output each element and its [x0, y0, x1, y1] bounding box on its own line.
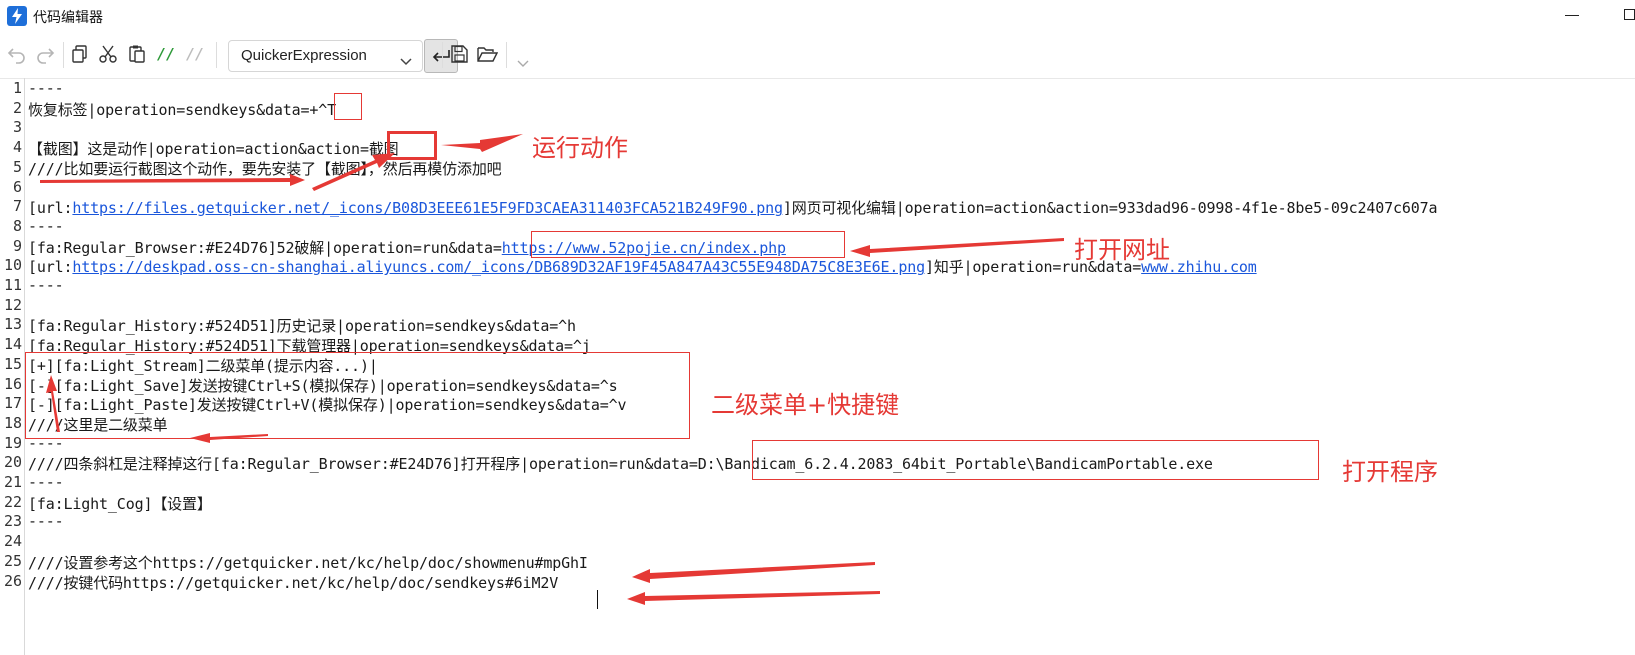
line-number: 22 — [3, 492, 22, 511]
code-line[interactable]: ---- — [28, 276, 64, 294]
chevron-down-icon — [400, 51, 412, 70]
minimize-icon[interactable] — [1565, 15, 1579, 16]
code-line[interactable]: ////设置参考这个https://getquicker.net/kc/help… — [28, 552, 588, 573]
line-number: 7 — [12, 197, 22, 216]
comment-icon: // — [156, 45, 176, 63]
line-number: 2 — [12, 98, 22, 117]
code-line[interactable]: [fa:Regular_History:#524D51]历史记录|operati… — [28, 315, 576, 336]
code-line[interactable]: 【截图】这是动作|operation=action&action=截图 — [28, 138, 399, 159]
annotation-box-submenu — [25, 352, 690, 439]
code-line[interactable]: 恢复标签|operation=sendkeys&data=+^T — [28, 99, 336, 120]
line-number: 6 — [12, 177, 22, 196]
app-logo-icon — [7, 6, 27, 26]
title-bar: 代码编辑器 — [0, 0, 1635, 34]
line-number: 16 — [3, 374, 22, 393]
line-number: 25 — [3, 551, 22, 570]
code-line[interactable]: ////按键代码https://getquicker.net/kc/help/d… — [28, 572, 558, 593]
cut-icon — [98, 44, 118, 64]
code-line[interactable]: [fa:Light_Cog]【设置】 — [28, 493, 212, 514]
line-number: 11 — [3, 276, 22, 294]
code-line[interactable]: ---- — [28, 79, 64, 97]
language-select[interactable]: QuickerExpression — [228, 40, 423, 72]
code-text: [fa:Regular_Browser:#E24D76]52破解|operati… — [28, 238, 502, 257]
code-line[interactable]: [url:https://files.getquicker.net/_icons… — [28, 197, 1438, 218]
paste-button[interactable] — [123, 40, 151, 68]
annotation-label-open-program: 打开程序 — [1342, 458, 1438, 486]
annotation-label-open-url: 打开网址 — [1074, 236, 1170, 264]
line-number: 9 — [12, 236, 22, 255]
redo-icon — [35, 44, 55, 64]
line-number: 13 — [3, 315, 22, 334]
undo-icon — [7, 44, 27, 64]
line-number: 1 — [12, 79, 22, 97]
line-number: 10 — [3, 256, 22, 275]
code-line[interactable]: ---- — [28, 217, 64, 235]
uncomment-button[interactable]: // — [181, 40, 209, 68]
open-button[interactable] — [473, 40, 501, 68]
copy-icon — [70, 44, 90, 64]
code-line[interactable]: ---- — [28, 473, 64, 491]
code-line[interactable]: [url:https://deskpad.oss-cn-shanghai.ali… — [28, 256, 1257, 277]
arrow — [850, 238, 1064, 257]
line-number: 20 — [3, 453, 22, 472]
line-number: 21 — [3, 473, 22, 491]
more-button[interactable] — [509, 50, 537, 78]
code-line[interactable]: ////比如要运行截图这个动作，要先安装了【截图】，然后再模仿添加吧 — [28, 158, 502, 179]
arrow — [441, 134, 523, 152]
comment-button[interactable]: // — [152, 40, 180, 68]
line-number: 17 — [3, 394, 22, 413]
line-number: 15 — [3, 354, 22, 373]
annotation-box-sendkeys — [334, 93, 362, 120]
uncomment-icon: // — [185, 45, 205, 63]
cut-button[interactable] — [94, 40, 122, 68]
save-icon — [449, 44, 469, 64]
code-text: [url: — [28, 199, 73, 218]
icon-url-link[interactable]: https://deskpad.oss-cn-shanghai.aliyuncs… — [72, 258, 925, 276]
line-number: 8 — [12, 216, 22, 235]
annotation-label-run-action: 运行动作 — [532, 134, 628, 162]
toolbar-separator — [506, 42, 507, 68]
toolbar-separator — [442, 42, 443, 68]
chevron-down-icon — [517, 60, 529, 68]
copy-button[interactable] — [66, 40, 94, 68]
annotation-box-action — [387, 131, 437, 160]
maximize-icon[interactable] — [1624, 9, 1635, 20]
open-folder-icon — [476, 45, 498, 63]
annotation-box-program — [752, 440, 1319, 480]
line-number: 23 — [3, 512, 22, 531]
save-button[interactable] — [445, 40, 473, 68]
window-title: 代码编辑器 — [33, 10, 103, 26]
line-number: 26 — [3, 571, 22, 590]
text-cursor — [597, 590, 598, 609]
line-number: 3 — [12, 118, 22, 137]
code-text: [url: — [28, 258, 73, 277]
line-number: 19 — [3, 433, 22, 452]
code-line[interactable]: ---- — [28, 512, 64, 530]
annotation-label-submenu: 二级菜单+快捷键 — [711, 391, 900, 419]
icon-url-link[interactable]: https://files.getquicker.net/_icons/B08D… — [72, 199, 783, 217]
toolbar-separator — [216, 42, 217, 68]
language-select-value: QuickerExpression — [241, 47, 367, 64]
line-number: 24 — [3, 532, 22, 551]
arrow — [627, 591, 880, 605]
line-number: 12 — [3, 295, 22, 314]
editor-top-border — [0, 78, 1635, 79]
toolbar-separator — [63, 42, 64, 68]
toolbar: // // QuickerExpression — [0, 36, 1635, 76]
line-number: 5 — [12, 157, 22, 176]
redo-button[interactable] — [31, 40, 59, 68]
undo-button[interactable] — [3, 40, 31, 68]
code-text: ]网页可视化编辑|operation=action&action=933dad9… — [782, 199, 1438, 218]
line-number: 14 — [3, 335, 22, 354]
line-number: 18 — [3, 413, 22, 432]
annotation-box-url — [531, 231, 845, 258]
line-number: 4 — [12, 138, 22, 157]
arrow — [632, 562, 875, 583]
paste-icon — [127, 44, 147, 64]
